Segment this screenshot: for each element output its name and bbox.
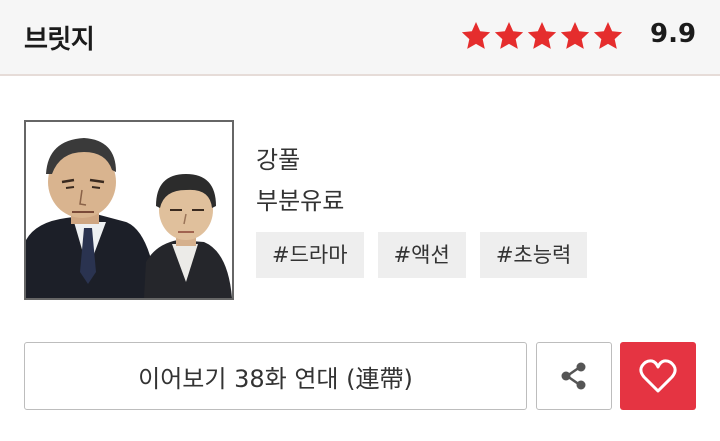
star-icon	[593, 22, 623, 49]
cover-image	[26, 122, 232, 298]
star-icon	[494, 22, 524, 49]
genre-tags: #드라마 #액션 #초능력	[256, 232, 588, 278]
rating-stars	[460, 20, 624, 52]
pricing-label: 부분유료	[256, 187, 345, 215]
favorite-button[interactable]	[620, 342, 696, 410]
tag-chip[interactable]: #초능력	[479, 232, 588, 278]
page-title: 브릿지	[24, 25, 95, 55]
heart-icon	[639, 359, 677, 393]
continue-reading-label: 이어보기 38화 연대 (連帶)	[138, 364, 413, 393]
star-icon	[461, 22, 491, 49]
continue-reading-button[interactable]: 이어보기 38화 연대 (連帶)	[24, 342, 527, 410]
cover-thumbnail[interactable]	[24, 120, 234, 300]
rating-value: 9.9	[650, 19, 697, 49]
header-bar: 브릿지 9.9	[0, 0, 720, 76]
author-name: 강풀	[256, 146, 301, 174]
tag-chip[interactable]: #액션	[377, 232, 466, 278]
star-icon	[560, 22, 590, 49]
star-icon	[527, 22, 557, 49]
share-button[interactable]	[536, 342, 612, 410]
share-icon	[561, 362, 586, 390]
tag-chip[interactable]: #드라마	[256, 232, 364, 278]
